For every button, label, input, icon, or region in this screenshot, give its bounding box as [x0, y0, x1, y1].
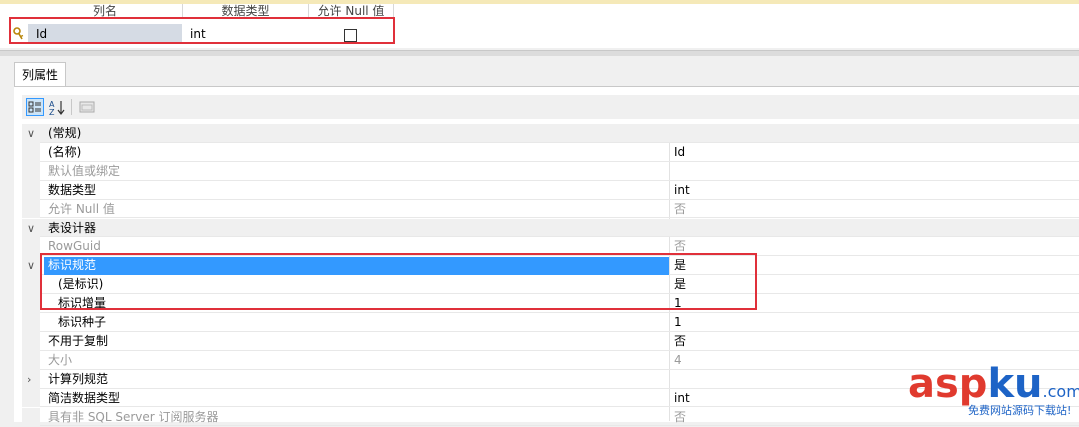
property-label: 计算列规范: [48, 371, 109, 386]
property-value: 否: [674, 409, 687, 424]
header-data-type[interactable]: 数据类型: [183, 4, 309, 18]
header-allow-null[interactable]: 允许 Null 值: [309, 4, 394, 18]
property-value[interactable]: 否: [674, 332, 686, 351]
chevron-down-icon[interactable]: ∨: [27, 219, 35, 238]
property-toolbar: [22, 95, 1079, 119]
row-gutter: [22, 331, 40, 351]
property-value: 4: [674, 352, 682, 367]
property-label: 简洁数据类型: [48, 390, 121, 405]
property-label: 标识种子: [58, 315, 107, 329]
property-label: 默认值或绑定: [48, 163, 121, 178]
categorized-view-button[interactable]: [26, 98, 44, 116]
property-row[interactable]: [22, 200, 1079, 219]
property-value: 否: [674, 201, 687, 216]
property-label: 表设计器: [48, 220, 97, 235]
property-label: 不用于复制: [48, 333, 109, 348]
chevron-right-icon[interactable]: ›: [27, 370, 31, 389]
toolbar-separator: [71, 99, 72, 115]
row-gutter: [22, 407, 40, 427]
highlight-box-identity-spec: [40, 253, 757, 310]
row-gutter: [22, 161, 40, 181]
property-value[interactable]: 1: [674, 313, 682, 332]
alphabetical-sort-button[interactable]: AZ: [48, 98, 66, 117]
row-gutter: [22, 180, 40, 200]
row-gutter: [22, 388, 40, 408]
highlight-box-column-row: [9, 17, 395, 44]
property-value[interactable]: int: [674, 389, 690, 408]
property-label: 数据类型: [48, 182, 97, 197]
watermark-tagline: 免费网站源码下载站!: [968, 404, 1072, 417]
property-value[interactable]: int: [674, 181, 690, 200]
property-label: (常规): [48, 126, 82, 140]
pane-splitter[interactable]: [0, 50, 1079, 56]
property-row[interactable]: [22, 162, 1079, 181]
property-row[interactable]: [22, 143, 1079, 162]
row-gutter: [22, 350, 40, 370]
row-gutter: [22, 275, 40, 295]
watermark-brand-asp: asp: [908, 361, 988, 407]
property-label: 允许 Null 值: [48, 201, 115, 216]
chevron-down-icon[interactable]: ∨: [27, 256, 35, 275]
property-row[interactable]: [22, 313, 1079, 332]
property-pages-button[interactable]: [78, 98, 96, 116]
watermark-brand-com: .com: [1042, 382, 1079, 401]
row-gutter: [22, 142, 40, 162]
row-gutter: [22, 313, 40, 332]
watermark-brand-ku: ku: [987, 361, 1043, 407]
property-label: (名称): [48, 144, 82, 159]
categorized-icon: [28, 101, 41, 113]
watermark-logo: aspku.com 免费网站源码下载站!: [906, 361, 1079, 418]
header-column-name[interactable]: 列名: [28, 4, 183, 18]
property-category-row[interactable]: [22, 124, 1079, 143]
property-label: 具有非 SQL Server 订阅服务器: [48, 409, 219, 424]
row-gutter: [22, 237, 40, 257]
property-row[interactable]: [22, 332, 1079, 351]
property-row[interactable]: [22, 181, 1079, 200]
sort-az-icon: AZ: [49, 100, 65, 117]
property-label: 大小: [48, 352, 73, 367]
svg-text:Z: Z: [49, 108, 55, 116]
tab-column-properties[interactable]: 列属性: [14, 62, 66, 87]
chevron-down-icon[interactable]: ∨: [27, 124, 35, 143]
property-category-row[interactable]: [22, 218, 1079, 238]
row-gutter: [22, 294, 40, 313]
row-gutter: [22, 199, 40, 219]
property-value[interactable]: Id: [674, 143, 685, 162]
property-pages-icon: [79, 101, 95, 113]
